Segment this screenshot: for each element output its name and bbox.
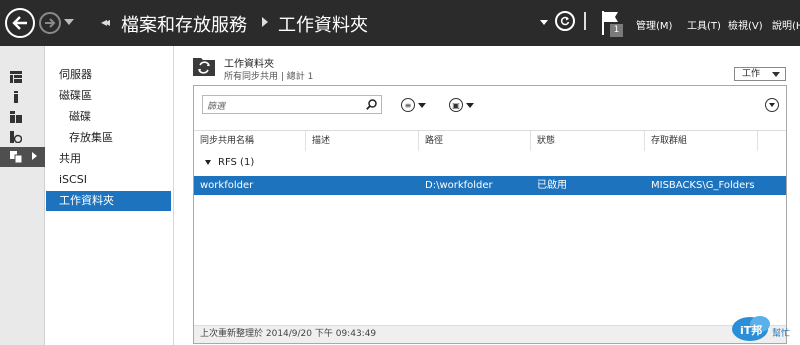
refresh-icon	[560, 16, 570, 26]
column-header-status[interactable]: 狀態	[531, 131, 645, 151]
table-row[interactable]: workfolder D:\workfolder 已啟用 MISBACKS\G_…	[194, 176, 786, 195]
breadcrumb-current: 工作資料夾	[278, 15, 368, 36]
cell-name: workfolder	[200, 180, 254, 191]
breadcrumb-chevron-icon: ◂◂	[101, 15, 110, 29]
tasks-button[interactable]: 工作	[734, 67, 786, 81]
cell-description	[306, 176, 312, 195]
all-servers-icon	[10, 111, 22, 123]
svg-text:幫忙: 幫忙	[772, 327, 790, 339]
file-services-icon	[10, 131, 22, 143]
rail-local-server[interactable]	[0, 87, 45, 107]
breadcrumb-separator-icon	[262, 17, 268, 27]
expand-collapse-button[interactable]	[765, 98, 779, 112]
chevron-down-icon	[769, 103, 775, 107]
menu-help[interactable]: 說明(H)	[772, 17, 800, 32]
arrow-right-icon	[45, 18, 56, 28]
refresh-button[interactable]	[555, 11, 575, 31]
work-folders-icon	[193, 58, 215, 76]
column-header-row: 同步共用名稱 描述 路徑 狀態 存取群組	[194, 130, 786, 151]
search-icon[interactable]	[366, 99, 377, 110]
watermark-logo: iT邦 幫忙	[732, 316, 790, 341]
rail-file-storage-services[interactable]	[0, 147, 45, 167]
dashboard-icon	[10, 71, 22, 83]
work-folders-panel: 篩選 ≡ ▣ 同步共用名稱 描述 路徑 狀態 存取群組 RFS (1) work…	[193, 85, 787, 344]
nav-item-iscsi[interactable]: iSCSI	[46, 170, 171, 190]
status-bar: 上次重新整理於 2014/9/20 下午 09:43:49	[194, 325, 786, 343]
filter-input[interactable]: 篩選	[202, 95, 382, 114]
column-header-name[interactable]: 同步共用名稱	[194, 131, 306, 151]
column-header-description[interactable]: 描述	[306, 131, 419, 151]
filter-placeholder: 篩選	[207, 102, 226, 112]
chevron-down-icon	[466, 102, 474, 108]
tasks-label: 工作	[742, 69, 761, 79]
menu-manage[interactable]: 管理(M)	[636, 17, 672, 32]
content-area: 工作資料夾 所有同步共用 | 總計 1 工作 篩選 ≡ ▣ 同步共用名稱 描述 …	[175, 46, 800, 345]
list-icon: ≡	[401, 98, 415, 112]
menu-tools[interactable]: 工具(T)	[687, 17, 721, 32]
cell-access-group: MISBACKS\G_Folders	[651, 180, 755, 191]
icon-rail	[0, 46, 45, 345]
svg-text:iT邦: iT邦	[740, 323, 762, 337]
title-bar: ◂◂ 檔案和存放服務 工作資料夾 1 管理(M) 工具(T) 檢視(V) 說明(…	[0, 0, 800, 46]
nav-item-work-folders[interactable]: 工作資料夾	[46, 191, 171, 211]
group-label: RFS (1)	[218, 157, 255, 168]
history-dropdown-icon[interactable]	[64, 19, 74, 25]
save-icon: ▣	[449, 98, 463, 112]
nav-item-storage-pools[interactable]: 存放集區	[46, 128, 171, 148]
cell-path: D:\workfolder	[425, 180, 493, 191]
rail-file-services[interactable]	[0, 127, 45, 147]
notification-count-badge: 1	[610, 24, 623, 37]
save-query-button[interactable]: ▣	[449, 97, 474, 113]
nav-item-disks[interactable]: 磁碟	[46, 107, 171, 127]
titlebar-dropdown-icon[interactable]	[540, 20, 548, 25]
menu-view[interactable]: 檢視(V)	[728, 17, 763, 32]
list-options-button[interactable]: ≡	[401, 97, 426, 113]
breadcrumb-root[interactable]: 檔案和存放服務	[121, 11, 247, 37]
local-server-icon	[14, 91, 18, 103]
nav-panel: 伺服器 磁碟區 磁碟 存放集區 共用 iSCSI 工作資料夾	[46, 46, 174, 345]
nav-item-servers[interactable]: 伺服器	[46, 65, 171, 85]
rail-dashboard[interactable]	[0, 67, 45, 87]
column-header-access-group[interactable]: 存取群組	[645, 131, 758, 151]
titlebar-divider	[584, 12, 586, 30]
chevron-down-icon	[418, 102, 426, 108]
group-header[interactable]: RFS (1)	[194, 153, 786, 173]
column-header-path[interactable]: 路徑	[419, 131, 531, 151]
nav-item-shares[interactable]: 共用	[46, 149, 171, 169]
file-storage-icon	[10, 151, 22, 163]
expand-arrow-icon	[32, 152, 37, 160]
cell-status: 已啟用	[537, 180, 567, 191]
page-title: 工作資料夾	[224, 59, 274, 70]
tasks-dropdown-icon	[772, 72, 780, 77]
nav-item-volumes[interactable]: 磁碟區	[46, 86, 171, 106]
forward-button[interactable]	[39, 12, 61, 34]
back-button[interactable]	[5, 8, 35, 38]
collapse-group-icon[interactable]	[205, 160, 211, 165]
page-subtitle: 所有同步共用 | 總計 1	[224, 72, 314, 82]
rail-all-servers[interactable]	[0, 107, 45, 127]
arrow-left-icon	[12, 16, 27, 30]
